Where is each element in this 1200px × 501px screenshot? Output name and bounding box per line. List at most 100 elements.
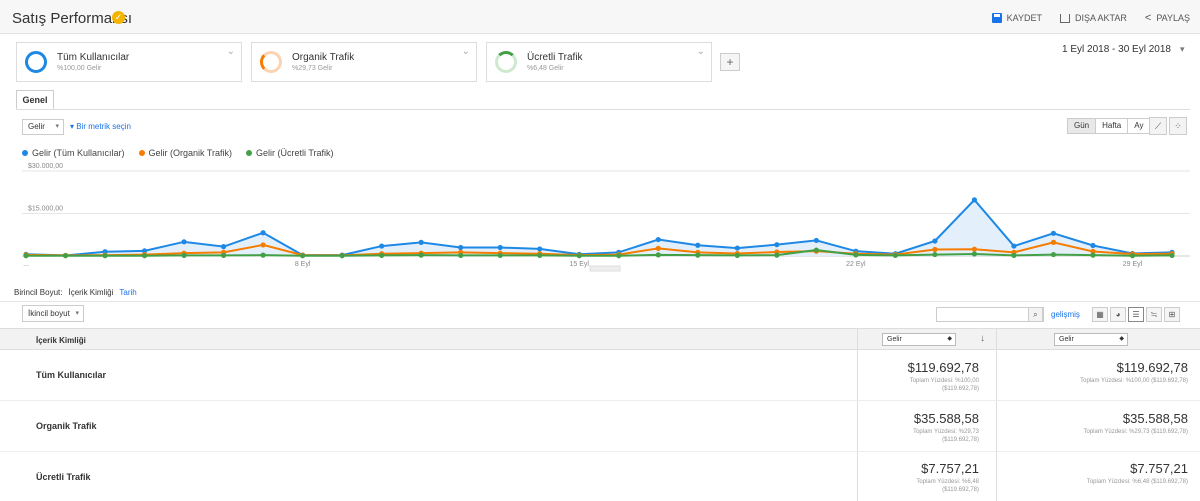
data-point[interactable]: [971, 246, 978, 252]
data-point[interactable]: [102, 253, 108, 259]
pivot-view-icon[interactable]: ⊞: [1164, 307, 1180, 322]
data-point[interactable]: [300, 253, 306, 259]
chevron-down-icon[interactable]: ⌄: [462, 46, 470, 57]
comparison-view-icon[interactable]: ≒: [1146, 307, 1162, 322]
data-point[interactable]: [971, 197, 978, 203]
y-tick-label: $15.000,00: [28, 206, 63, 213]
save-icon: [991, 13, 1002, 23]
row-label: Ücretli Trafik: [36, 472, 91, 482]
data-point[interactable]: [260, 252, 266, 258]
grain-day-button[interactable]: Gün: [1067, 118, 1097, 134]
chart-resize-handle[interactable]: [589, 265, 621, 272]
data-point[interactable]: [1129, 253, 1136, 259]
segment-ring-icon: [495, 51, 517, 73]
data-point[interactable]: [1011, 243, 1017, 249]
table-search-input[interactable]: ⌕: [936, 307, 1044, 322]
dimension-date-link[interactable]: Tarih: [119, 288, 136, 297]
column-header-content-id[interactable]: İçerik Kimliği: [36, 336, 86, 345]
data-point[interactable]: [932, 251, 938, 258]
segment-share: %29,73 Gelir: [292, 65, 333, 72]
data-point[interactable]: [181, 239, 187, 245]
data-point[interactable]: [23, 253, 29, 259]
sort-desc-icon[interactable]: ↓: [980, 333, 985, 344]
data-point[interactable]: [497, 252, 503, 259]
data-point[interactable]: [655, 245, 661, 251]
add-segment-button[interactable]: +: [720, 53, 740, 71]
data-point[interactable]: [1050, 251, 1057, 258]
data-point[interactable]: [497, 244, 503, 251]
data-point[interactable]: [734, 252, 740, 259]
share-label: PAYLAŞ: [1156, 13, 1190, 23]
data-point[interactable]: [1050, 239, 1057, 245]
segment-paid[interactable]: Ücretli Trafik %6,48 Gelir ⌄: [486, 42, 712, 82]
advanced-filter-link[interactable]: gelişmiş: [1051, 310, 1080, 319]
data-point[interactable]: [1090, 242, 1096, 249]
data-point[interactable]: [616, 253, 622, 259]
data-point[interactable]: [813, 247, 819, 253]
data-point[interactable]: [853, 252, 859, 258]
legend-item: Gelir (Organik Trafik): [138, 148, 233, 158]
data-point[interactable]: [932, 246, 938, 253]
data-point[interactable]: [1169, 252, 1175, 259]
data-point[interactable]: [220, 252, 227, 259]
secondary-dimension-select[interactable]: İkincil boyut ▾: [22, 305, 84, 322]
data-point[interactable]: [339, 253, 345, 259]
export-button[interactable]: DIŞA AKTAR: [1060, 13, 1127, 23]
data-point[interactable]: [1090, 252, 1096, 258]
chevron-down-icon[interactable]: ⌄: [697, 46, 705, 57]
data-point[interactable]: [576, 253, 582, 259]
segment-share: %6,48 Gelir: [527, 65, 564, 72]
data-point[interactable]: [379, 252, 385, 259]
data-point[interactable]: [971, 251, 978, 257]
compare-metric-link[interactable]: ▾ Bir metrik seçin: [70, 122, 131, 131]
data-point[interactable]: [1050, 230, 1057, 236]
data-point[interactable]: [734, 245, 740, 251]
data-point[interactable]: [62, 253, 69, 259]
data-point[interactable]: [537, 252, 543, 259]
share-button[interactable]: < PAYLAŞ: [1145, 12, 1190, 23]
chevron-down-icon[interactable]: ⌄: [227, 46, 235, 57]
metric-column-select[interactable]: Gelir ◆: [1054, 333, 1128, 346]
tab-overview[interactable]: Genel: [16, 90, 54, 110]
motion-chart-icon[interactable]: ⁘: [1169, 117, 1187, 135]
data-point[interactable]: [892, 252, 898, 259]
grain-week-button[interactable]: Hafta: [1095, 118, 1129, 134]
data-point[interactable]: [458, 244, 464, 251]
data-point[interactable]: [813, 237, 819, 244]
date-caret-icon[interactable]: ▾: [1180, 44, 1185, 55]
data-point[interactable]: [655, 252, 661, 258]
legend-label: Gelir (Organik Trafik): [148, 148, 233, 158]
data-point[interactable]: [141, 253, 148, 259]
segment-all-users[interactable]: Tüm Kullanıcılar %100,00 Gelir ⌄: [16, 42, 242, 82]
metric-select[interactable]: Gelir ▾: [22, 119, 64, 135]
data-point[interactable]: [418, 239, 424, 245]
segment-organic[interactable]: Organik Trafik %29,73 Gelir ⌄: [251, 42, 477, 82]
data-point[interactable]: [774, 252, 780, 258]
date-range-picker[interactable]: 1 Eyl 2018 - 30 Eyl 2018: [1062, 44, 1171, 55]
search-icon[interactable]: ⌕: [1028, 307, 1043, 322]
data-table-view-icon[interactable]: ▦: [1092, 307, 1108, 322]
grain-month-button[interactable]: Ay: [1127, 118, 1151, 134]
data-point[interactable]: [260, 242, 266, 248]
data-point[interactable]: [379, 243, 385, 249]
data-point[interactable]: [774, 242, 780, 248]
dimension-content-id[interactable]: İçerik Kimliği: [68, 288, 113, 297]
data-point[interactable]: [932, 238, 938, 244]
metric-column-select[interactable]: Gelir ◆: [882, 333, 956, 346]
data-point[interactable]: [260, 230, 266, 236]
line-chart-icon[interactable]: ⟋: [1149, 117, 1167, 135]
data-point[interactable]: [181, 252, 187, 259]
compare-metric-label: Bir metrik seçin: [76, 122, 131, 131]
data-point[interactable]: [537, 246, 543, 252]
save-button[interactable]: KAYDET: [991, 13, 1042, 23]
data-point[interactable]: [1011, 252, 1017, 259]
pie-view-icon[interactable]: ◕: [1110, 307, 1126, 322]
revenue-line-chart: $30.000,00 $15.000,00... 8 Eyl 15 Eyl 22 Eyl…: [22, 163, 1190, 272]
data-point[interactable]: [655, 236, 661, 243]
performance-view-icon[interactable]: ☰: [1128, 307, 1144, 322]
data-point[interactable]: [220, 244, 227, 250]
data-point[interactable]: [695, 252, 701, 258]
data-point[interactable]: [695, 242, 701, 248]
data-point[interactable]: [418, 252, 424, 258]
data-point[interactable]: [458, 252, 464, 259]
